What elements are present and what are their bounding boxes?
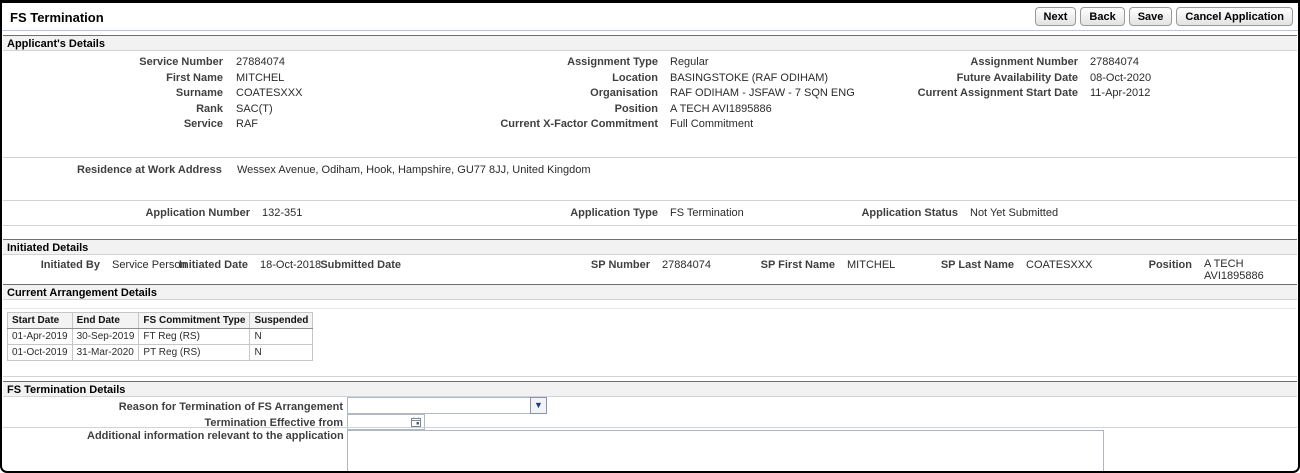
application-number-value: 132-351 (262, 207, 302, 219)
table-cell: N (250, 345, 313, 361)
field-value: 27884074 (1090, 55, 1139, 71)
chevron-down-icon[interactable]: ▼ (530, 397, 547, 414)
submitted-date-label: Submitted Date (201, 258, 401, 272)
reason-label: Reason for Termination of FS Arrangement (118, 400, 343, 414)
sp-last-name-label: SP Last Name (814, 258, 1014, 272)
initiated-position-label: Position (992, 258, 1192, 272)
initiated-details-title: Initiated Details (7, 242, 88, 254)
applicant-col2: Assignment Type Regular Location BASINGSTO… (433, 55, 855, 133)
back-button[interactable]: Back (1080, 7, 1124, 26)
field-value: Regular (670, 55, 709, 71)
arrangement-table-header-row: Start Date End Date FS Commitment Type S… (8, 313, 313, 329)
cancel-application-button[interactable]: Cancel Application (1176, 7, 1293, 26)
table-cell: PT Reg (RS) (139, 345, 250, 361)
field-label: Current X-Factor Commitment (433, 117, 658, 133)
current-arrangement-title: Current Arrangement Details (7, 287, 157, 299)
field-value: 08-Oct-2020 (1090, 71, 1151, 87)
column-header: Suspended (250, 313, 313, 329)
reason-select[interactable]: ▼ (347, 397, 547, 414)
bottom-separator (3, 427, 1297, 428)
initiated-details-header: Initiated Details (3, 239, 1297, 255)
table-cell: 01-Oct-2019 (8, 345, 73, 361)
applicant-col1: Service Number 27884074 First Name MITCHEL… (3, 55, 302, 133)
field-value: RAF ODIHAM - JSFAW - 7 SQN ENG (670, 86, 855, 102)
page-title: FS Termination (10, 10, 104, 25)
calendar-icon[interactable] (411, 417, 422, 431)
field-label: First Name (3, 71, 223, 87)
residence-value: Wessex Avenue, Odiham, Hook, Hampshire, … (237, 164, 591, 176)
field-value: SAC(T) (236, 102, 273, 118)
additional-info-row: Additional information relevant to the a… (87, 429, 337, 443)
application-status-label: Application Status (758, 206, 958, 220)
table-cell: 01-Apr-2019 (8, 329, 73, 345)
fs-termination-page: FS Termination Next Back Save Cancel App… (0, 0, 1300, 473)
title-separator (2, 30, 1298, 31)
field-label: Service (3, 117, 223, 133)
field-label: Rank (3, 102, 223, 118)
field-label: Location (433, 71, 658, 87)
fs-termination-details-title: FS Termination Details (7, 384, 125, 396)
additional-info-textarea[interactable] (347, 430, 1104, 472)
field-value: Full Commitment (670, 117, 753, 133)
toolbar: Next Back Save Cancel Application (1035, 7, 1293, 26)
current-arrangement-section: Start Date End Date FS Commitment Type S… (3, 301, 1297, 377)
field-value: BASINGSTOKE (RAF ODIHAM) (670, 71, 828, 87)
application-type-value: FS Termination (670, 207, 744, 219)
column-header: Start Date (8, 313, 73, 329)
field-label: Future Availability Date (853, 71, 1078, 87)
table-cell: 30-Sep-2019 (72, 329, 139, 345)
initiated-details-section: Initiated ByService Person Initiated Dat… (3, 256, 1297, 284)
application-type-label: Application Type (458, 206, 658, 220)
residence-row: Residence at Work Address Wessex Avenue,… (77, 164, 591, 176)
field-label: Current Assignment Start Date (853, 86, 1078, 102)
field-label: Organisation (433, 86, 658, 102)
table-row: 01-Oct-2019 31-Mar-2020 PT Reg (RS) N (8, 345, 313, 361)
field-value: 11-Apr-2012 (1090, 86, 1150, 102)
field-label: Assignment Type (433, 55, 658, 71)
field-value: 27884074 (236, 55, 285, 71)
field-value: RAF (236, 117, 258, 133)
application-number-label: Application Number (3, 206, 250, 220)
table-cell: FT Reg (RS) (139, 329, 250, 345)
reason-row: Reason for Termination of FS Arrangement (118, 400, 343, 414)
sp-first-name-label: SP First Name (635, 258, 835, 272)
field-label: Service Number (3, 55, 223, 71)
field-value: MITCHEL (236, 71, 284, 87)
field-label: Assignment Number (853, 55, 1078, 71)
reason-select-value[interactable] (347, 397, 530, 414)
additional-info-label: Additional information relevant to the a… (87, 429, 337, 443)
applicant-col3: Assignment Number 27884074 Future Availab… (853, 55, 1151, 102)
field-value: A TECH AVI1895886 (670, 102, 772, 118)
save-button[interactable]: Save (1129, 7, 1173, 26)
applicant-details-section: Service Number 27884074 First Name MITCHEL… (3, 52, 1297, 158)
fs-termination-details-header: FS Termination Details (3, 381, 1297, 397)
inner-separator (4, 308, 1296, 309)
applicant-details-header: Applicant's Details (3, 35, 1297, 51)
initiated-position-value: A TECH AVI1895886 (1204, 258, 1299, 282)
application-summary-row: Application Number 132-351 Application Ty… (3, 200, 1297, 226)
field-label: Surname (3, 86, 223, 102)
table-row: 01-Apr-2019 30-Sep-2019 FT Reg (RS) N (8, 329, 313, 345)
residence-label: Residence at Work Address (77, 164, 222, 176)
column-header: FS Commitment Type (139, 313, 250, 329)
arrangement-table: Start Date End Date FS Commitment Type S… (7, 312, 313, 361)
field-value: COATESXXX (236, 86, 302, 102)
table-cell: N (250, 329, 313, 345)
sp-number-label: SP Number (450, 258, 650, 272)
applicant-details-title: Applicant's Details (7, 38, 105, 50)
next-button[interactable]: Next (1035, 7, 1077, 26)
application-status-value: Not Yet Submitted (970, 207, 1058, 219)
current-arrangement-header: Current Arrangement Details (3, 284, 1297, 300)
column-header: End Date (72, 313, 139, 329)
field-label: Position (433, 102, 658, 118)
table-cell: 31-Mar-2020 (72, 345, 139, 361)
